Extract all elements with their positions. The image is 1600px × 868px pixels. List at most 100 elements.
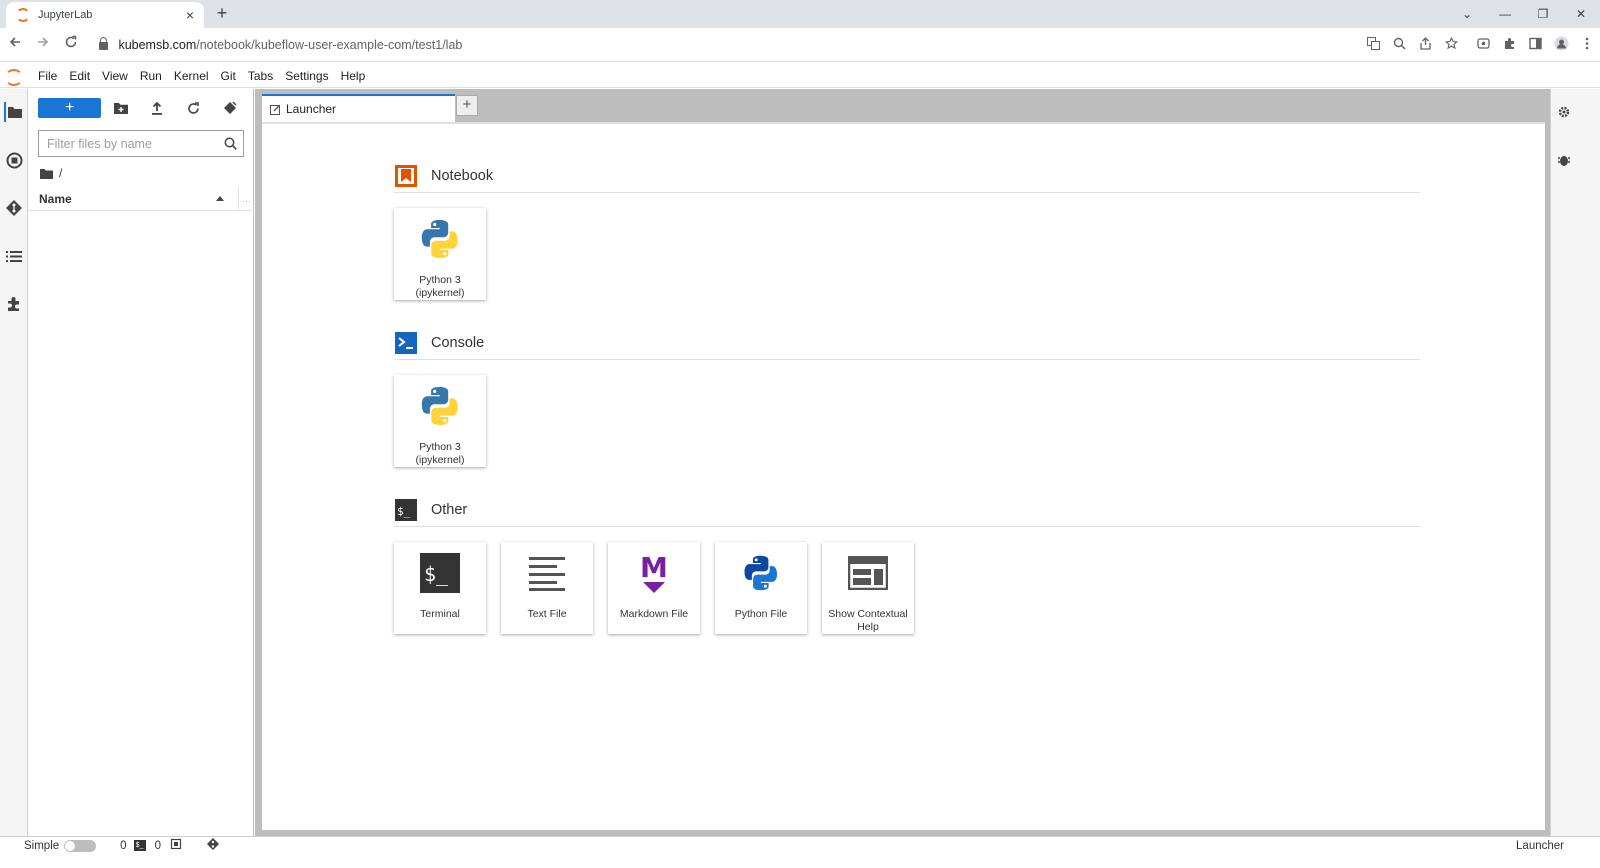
debugger-bug-icon[interactable] [1557,153,1571,172]
bookmark-star-icon[interactable] [1438,36,1464,53]
home-folder-icon[interactable] [40,168,53,179]
jupyterlab-menubar: File Edit View Run Kernel Git Tabs Setti… [0,64,1600,88]
python-logo-icon [418,217,462,261]
side-panel-icon[interactable] [1522,37,1548,53]
terminals-count[interactable]: 0 [120,840,126,852]
browser-toolbar: kubemsb.com/notebook/kubeflow-user-examp… [0,28,1600,62]
file-browser-folder-icon[interactable] [4,102,24,122]
file-browser-panel: + / Name … [28,89,254,836]
upload-icon[interactable] [139,98,175,118]
browser-menu-icon[interactable] [1574,37,1600,53]
simple-mode-toggle[interactable] [64,839,97,852]
restore-icon[interactable]: ❐ [1524,7,1562,21]
section-header: Notebook [394,159,1420,193]
menu-run[interactable]: Run [134,64,168,88]
new-launcher-button[interactable]: + [38,98,102,118]
sort-ascending-icon[interactable] [216,196,224,201]
card-label: Python 3 (ipykernel) [415,274,465,299]
card-label: Text File [527,608,567,620]
section-title: Notebook [431,167,494,184]
extension-manager-puzzle-icon[interactable] [4,294,24,314]
menu-settings[interactable]: Settings [279,64,334,88]
back-icon[interactable] [3,32,28,58]
card-label: Show Contextual Help [828,608,908,633]
contextual-help-card[interactable]: Show Contextual Help [822,542,914,634]
browser-tab[interactable]: JupyterLab × [6,2,204,28]
reload-icon[interactable] [59,32,84,58]
git-status-icon[interactable] [206,837,220,854]
git-clone-icon[interactable] [212,98,248,118]
markdown-icon: M [632,551,676,595]
git-panel-icon[interactable] [4,198,24,218]
filter-files-field[interactable] [38,130,244,157]
dock-tabbar: Launcher + [255,89,1550,122]
new-browser-tab-button[interactable]: + [212,3,232,23]
refresh-icon[interactable] [175,98,211,118]
notebook-python3-card[interactable]: Python 3 (ipykernel) [394,208,486,300]
kernels-count[interactable]: 0 [155,840,161,852]
browser-tabstrip: JupyterLab × + ⌄ — ❐ ✕ [0,0,1600,28]
translate-icon[interactable] [1360,36,1386,53]
extensions-puzzle-icon[interactable] [1496,37,1522,53]
tab-search-icon[interactable]: ⌄ [1448,7,1486,21]
section-title: Console [431,334,485,351]
menu-file[interactable]: File [32,64,63,88]
section-title: Other [431,501,468,518]
table-of-contents-icon[interactable] [4,246,24,266]
card-label: Python File [734,608,788,620]
search-icon [224,137,237,150]
jupyter-favicon-icon [16,8,30,22]
property-inspector-gear-icon[interactable] [1557,105,1571,124]
running-sessions-icon[interactable] [4,150,24,170]
launcher-section-console: Console Python 3 (ipykernel) [394,326,1420,467]
text-file-icon [525,551,569,595]
status-active-tab-label: Launcher [1516,839,1564,852]
account-avatar-icon[interactable] [1548,36,1574,54]
window-controls: ⌄ — ❐ ✕ [1448,0,1600,28]
window-bottom-edge [0,854,1600,868]
card-grid: Python 3 (ipykernel) [394,375,1420,467]
card-label: Terminal [420,608,460,620]
console-python3-card[interactable]: Python 3 (ipykernel) [394,375,486,467]
menu-help[interactable]: Help [335,64,372,88]
menu-git[interactable]: Git [215,64,242,88]
name-column-header[interactable]: Name [28,192,216,206]
file-list-header: Name … [28,186,254,211]
breadcrumb-root[interactable]: / [59,166,62,180]
filter-files-input[interactable] [47,136,224,151]
svg-text:M: M [640,551,668,584]
other-terminal-icon: $_ [395,498,417,521]
python-file-card[interactable]: Python File [715,542,807,634]
add-tab-button[interactable]: + [456,95,478,116]
section-header: $_ Other [394,493,1420,527]
simple-mode-label: Simple [24,839,60,852]
minimize-icon[interactable]: — [1486,7,1524,21]
close-window-icon[interactable]: ✕ [1562,7,1600,21]
tab-launcher-label: Launcher [286,102,337,116]
close-tab-icon[interactable]: × [186,7,194,23]
tab-launcher[interactable]: Launcher [262,94,455,122]
launcher-panel: Notebook Python 3 (ipykernel) Console Py… [262,122,1545,830]
menu-kernel[interactable]: Kernel [168,64,215,88]
share-icon[interactable] [1412,36,1438,53]
forward-icon[interactable] [31,32,56,58]
launcher-section-other: $_ Other $_ Terminal Text File M Markdow… [394,493,1420,634]
status-bar: Simple 0 $_ 0 Launcher [0,836,1600,854]
address-bar[interactable]: kubemsb.com/notebook/kubeflow-user-examp… [89,31,1464,59]
profile-switch-icon[interactable] [1470,37,1496,53]
terminal-card[interactable]: $_ Terminal [394,542,486,634]
new-folder-icon[interactable] [102,98,138,118]
terminal-icon: $_ [418,551,462,595]
column-resize-handle[interactable]: … [238,186,254,211]
menu-edit[interactable]: Edit [63,64,96,88]
kernel-status-icon [170,838,182,853]
zoom-icon[interactable] [1386,37,1412,53]
jupyter-logo-icon [4,67,23,86]
text-file-card[interactable]: Text File [501,542,593,634]
menu-tabs[interactable]: Tabs [242,64,279,88]
left-activity-bar [0,89,28,836]
card-label: Markdown File [619,608,689,620]
menu-view[interactable]: View [96,64,134,88]
launcher-edit-icon [270,104,280,115]
markdown-file-card[interactable]: M Markdown File [608,542,700,634]
